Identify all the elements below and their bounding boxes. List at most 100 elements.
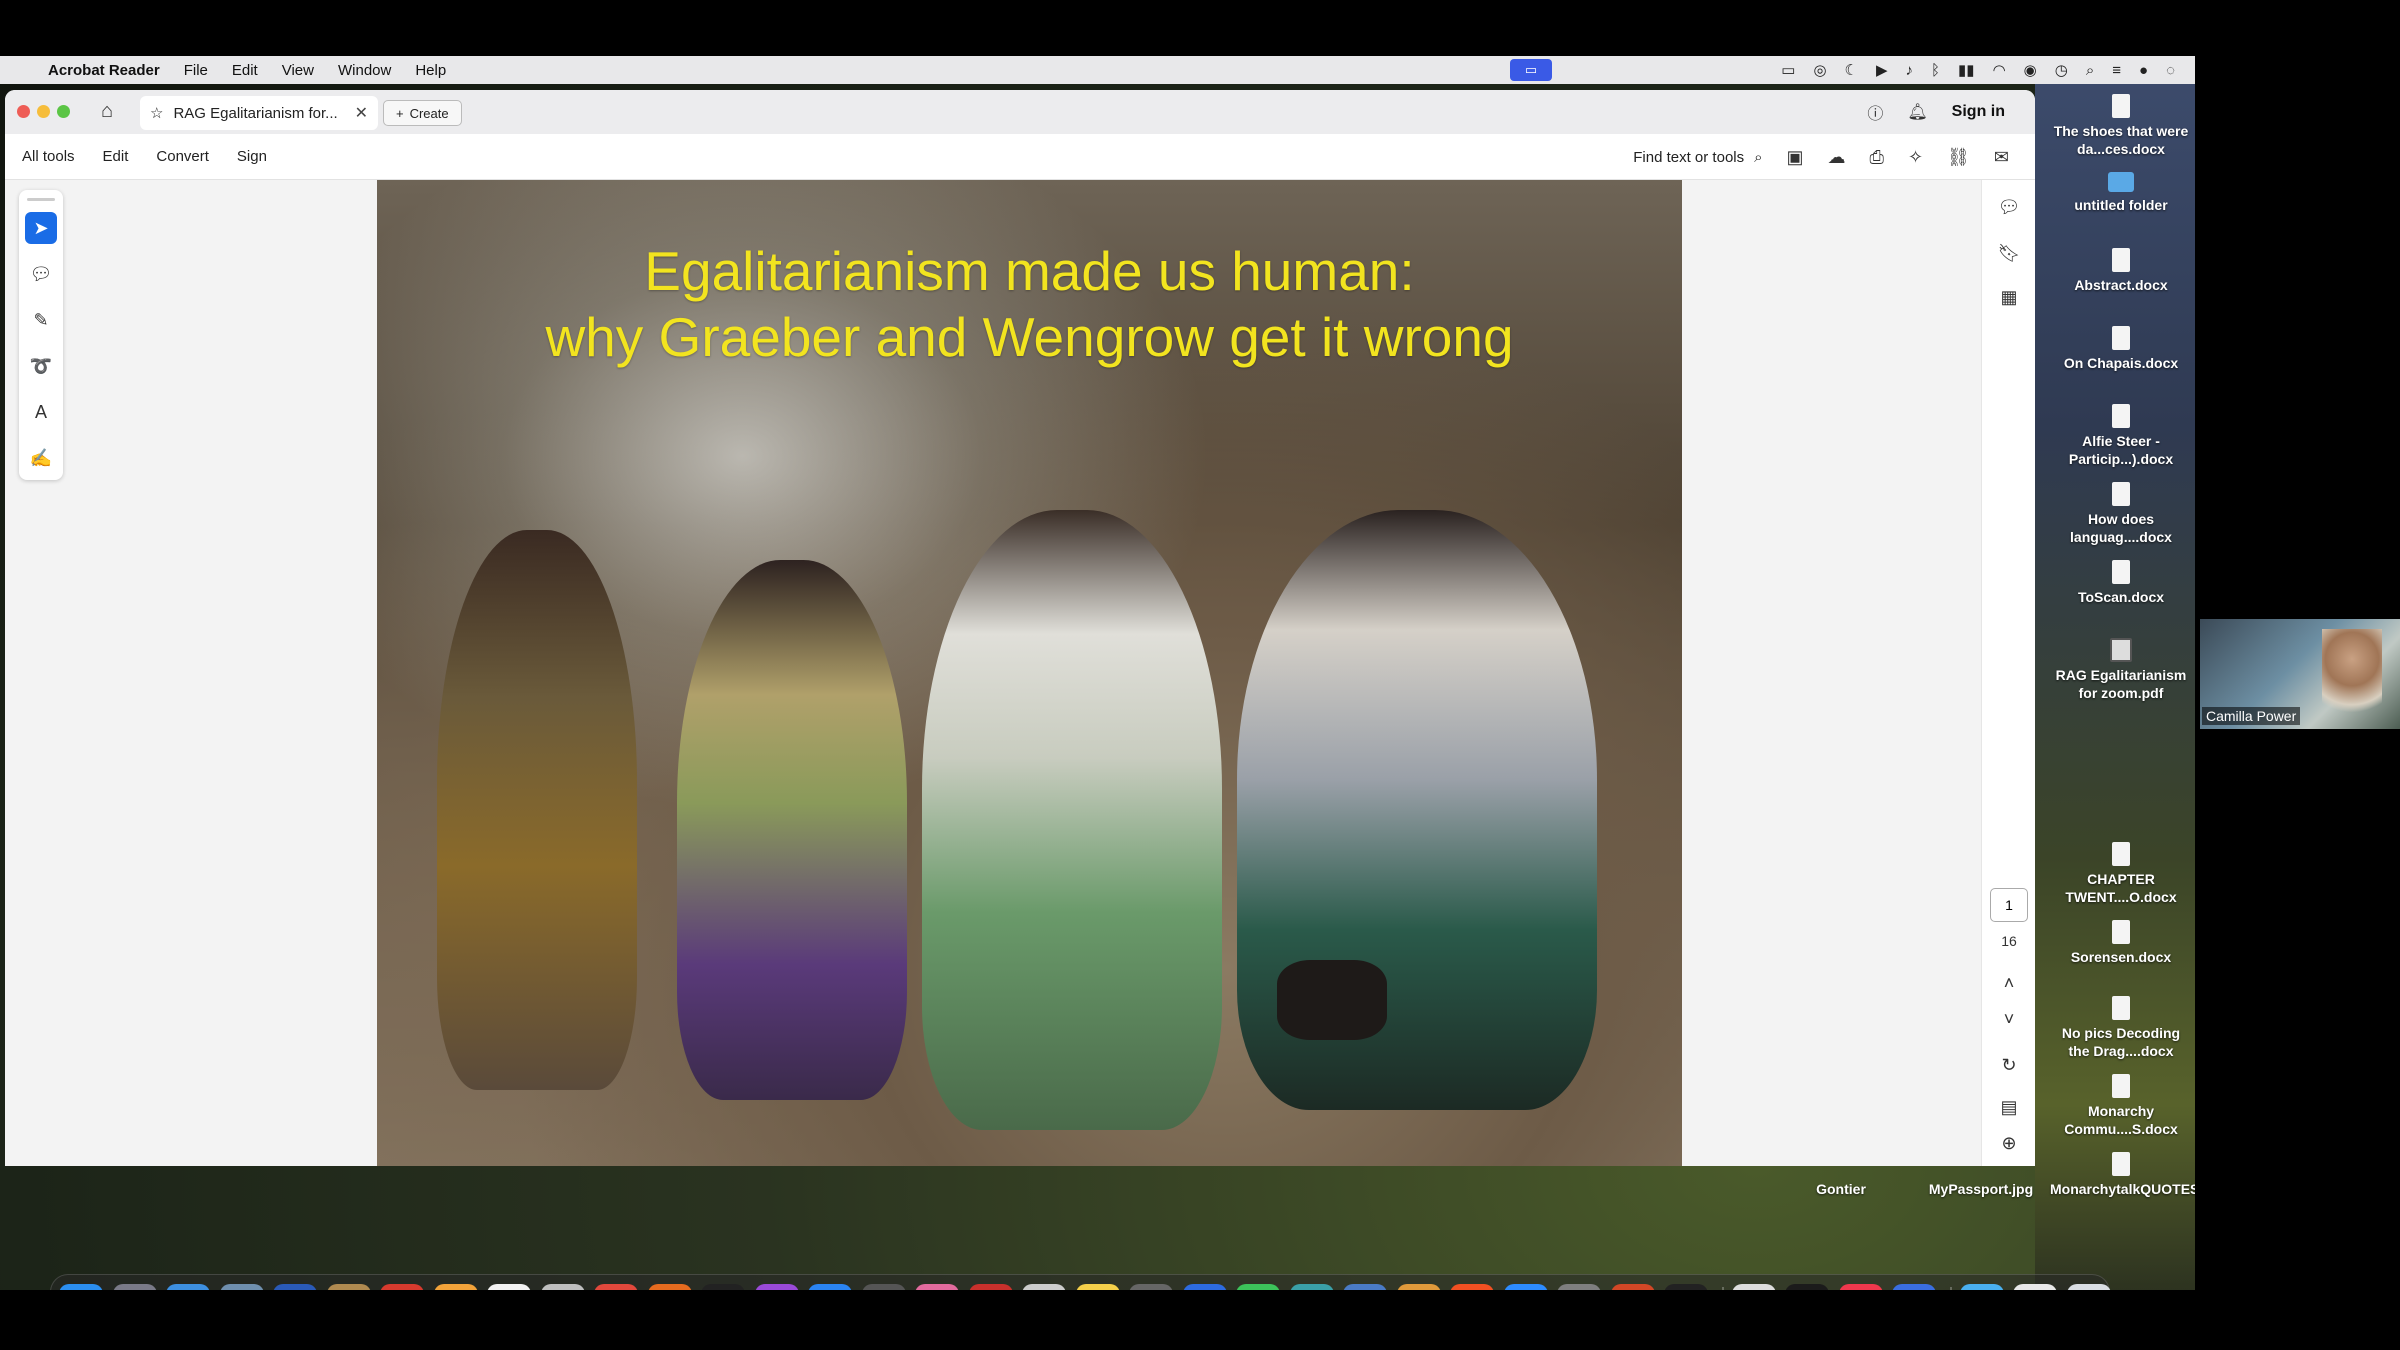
chatgpt-icon[interactable]: ✺	[1664, 1284, 1708, 1290]
finder-icon[interactable]: ☺	[59, 1284, 103, 1290]
trash-icon[interactable]: 🗑︎	[2066, 1284, 2111, 1290]
voice-memos-icon[interactable]: ∿	[1892, 1284, 1936, 1290]
email-icon[interactable]: ✉	[1994, 147, 2009, 168]
calendar-icon[interactable]: JAN9	[487, 1284, 531, 1290]
find-tools-button[interactable]: Find text or tools ⌕	[1633, 149, 1762, 166]
control-center-icon[interactable]: ≡	[2112, 62, 2121, 79]
fill-sign-icon[interactable]: ✍	[25, 442, 57, 474]
add-comment-icon[interactable]: 💬︎	[25, 258, 57, 290]
link-icon[interactable]: ⛓	[1947, 147, 1970, 168]
desktop-file[interactable]: The shoes that were da...ces.docx	[2050, 94, 2192, 158]
terminal-icon[interactable]: >_	[1785, 1284, 1829, 1290]
airdrop-icon[interactable]: ◎	[1813, 61, 1826, 79]
sign-in-button[interactable]: Sign in	[1952, 103, 2005, 121]
powerpoint-icon[interactable]: P	[1610, 1284, 1655, 1290]
network-icon[interactable]: ◎	[1289, 1284, 1334, 1290]
bookmark-icon[interactable]: 🔖︎	[1996, 240, 2022, 266]
home-icon[interactable]: ⌂	[101, 100, 113, 123]
save-icon[interactable]: ▣	[1787, 147, 1804, 168]
all-tools-menu[interactable]: All tools	[22, 148, 75, 165]
messages-icon[interactable]: 💬︎	[1236, 1284, 1280, 1290]
star-icon[interactable]: ☆	[150, 104, 163, 122]
system-settings-icon[interactable]: ⚙	[1557, 1284, 1601, 1290]
play-icon[interactable]: ▶	[1876, 61, 1888, 79]
script-icon[interactable]: ✎	[1396, 1284, 1441, 1290]
edit-menu[interactable]: Edit	[103, 148, 129, 165]
zoom-icon[interactable]: zm	[1503, 1284, 1548, 1290]
launchpad-icon[interactable]: ⊞	[112, 1284, 157, 1290]
select-tool-icon[interactable]: ➤	[25, 212, 57, 244]
desktop-file[interactable]: MonarchytalkQUOTES.docx	[2050, 1152, 2195, 1198]
dropbox-icon[interactable]: ◆	[1182, 1284, 1227, 1290]
drag-handle[interactable]	[27, 198, 55, 201]
app-store-icon[interactable]: A	[808, 1284, 852, 1290]
whatsapp-icon[interactable]: ◯	[540, 1284, 585, 1290]
app-name-menu[interactable]: Acrobat Reader	[40, 62, 172, 79]
photos-icon[interactable]: ✿	[433, 1284, 478, 1290]
notes-icon[interactable]: ▭	[1075, 1284, 1120, 1290]
desktop-file[interactable]: Abstract.docx	[2050, 248, 2192, 294]
create-button[interactable]: + Create	[383, 100, 462, 126]
screen-share-indicator-icon[interactable]: ▭	[1510, 59, 1552, 81]
volume-icon[interactable]: ♪	[1906, 62, 1914, 79]
window-preview-icon[interactable]: ▭	[2013, 1284, 2057, 1290]
desktop-file[interactable]: Monarchy Commu....S.docx	[2050, 1074, 2192, 1138]
screenshot-icon[interactable]: ◙	[1129, 1284, 1173, 1290]
user-icon[interactable]: ◉	[2024, 61, 2037, 79]
close-window-button[interactable]	[17, 105, 30, 118]
word-icon[interactable]: W	[273, 1284, 317, 1290]
page-tools-icon[interactable]: ▤	[1996, 1094, 2022, 1120]
close-tab-icon[interactable]: ✕	[355, 103, 368, 123]
desktop-file[interactable]: Alfie Steer - Particip...).docx	[2050, 404, 2192, 468]
music-icon[interactable]: ♫	[1838, 1284, 1883, 1290]
desktop-file[interactable]: CHAPTER TWENT....O.docx	[2050, 842, 2192, 906]
podcasts-icon[interactable]: ◉	[754, 1284, 799, 1290]
pdf-reader-icon[interactable]: A	[968, 1284, 1013, 1290]
safari-icon[interactable]: ◎	[166, 1284, 210, 1290]
convert-menu[interactable]: Convert	[156, 148, 209, 165]
acrobat-app-icon[interactable]: A	[380, 1284, 424, 1290]
rotate-icon[interactable]: ↻	[1996, 1052, 2022, 1078]
desktop-file[interactable]: No pics Decoding the Drag....docx	[2050, 996, 2192, 1060]
wifi-icon[interactable]: ◠	[1993, 61, 2006, 79]
siri-icon[interactable]: ●	[2139, 62, 2148, 79]
bell-icon[interactable]: 🔔︎	[1907, 102, 1927, 122]
help-icon[interactable]: ⓘ	[1867, 100, 1883, 124]
desktop-file[interactable]: RAG Egalitarianism for zoom.pdf	[2050, 638, 2192, 702]
calculator-icon[interactable]: ▦	[861, 1284, 906, 1290]
settings-icon[interactable]: ◌	[2166, 62, 2175, 79]
desktop-file[interactable]: Sorensen.docx	[2050, 920, 2192, 966]
gallery-icon[interactable]: ▤	[915, 1284, 959, 1290]
upload-cloud-icon[interactable]: ☁	[1828, 147, 1846, 168]
menu-view[interactable]: View	[270, 62, 326, 79]
menu-window[interactable]: Window	[326, 62, 403, 79]
ai-assistant-icon[interactable]: ✧	[1908, 147, 1923, 168]
document-tab[interactable]: ☆ RAG Egalitarianism for... ✕	[140, 96, 378, 130]
folder-app-icon[interactable]: ▭	[326, 1284, 371, 1290]
desktop-file[interactable]: ToScan.docx	[2050, 560, 2192, 606]
firefox-icon[interactable]: ◍	[647, 1284, 692, 1290]
quicktime-icon[interactable]: ◉	[1343, 1284, 1387, 1290]
desktop-file[interactable]: On Chapais.docx	[2050, 326, 2192, 372]
page-down-icon[interactable]: ˅	[1996, 1006, 2022, 1032]
focus-moon-icon[interactable]: ☾	[1845, 61, 1858, 79]
chrome-icon[interactable]: ◉	[594, 1284, 638, 1290]
draw-freehand-icon[interactable]: ➰	[25, 350, 57, 382]
display-icon[interactable]: ▭	[1781, 61, 1795, 79]
page-up-icon[interactable]: ˄	[1996, 970, 2022, 996]
desktop-folder[interactable]: Gontier	[1770, 1180, 1912, 1198]
participant-video-tile[interactable]: Camilla Power	[2200, 619, 2400, 729]
bluetooth-icon[interactable]: ᛒ	[1931, 62, 1940, 79]
battery-icon[interactable]: ▮▮	[1958, 61, 1975, 79]
downloads-folder-icon[interactable]: ▭	[1959, 1284, 2004, 1290]
comment-panel-icon[interactable]: 💬︎	[1996, 194, 2022, 220]
thumbnails-grid-icon[interactable]: ▦	[1996, 284, 2022, 310]
print-icon[interactable]: ⎙	[1870, 147, 1884, 168]
menu-edit[interactable]: Edit	[220, 62, 270, 79]
menu-file[interactable]: File	[172, 62, 220, 79]
desktop-file[interactable]: How does languag....docx	[2050, 482, 2192, 546]
menu-help[interactable]: Help	[403, 62, 458, 79]
clock-icon[interactable]: ◷	[2055, 61, 2068, 79]
zoom-in-icon[interactable]: ⊕	[1996, 1130, 2022, 1156]
minimize-window-button[interactable]	[37, 105, 50, 118]
